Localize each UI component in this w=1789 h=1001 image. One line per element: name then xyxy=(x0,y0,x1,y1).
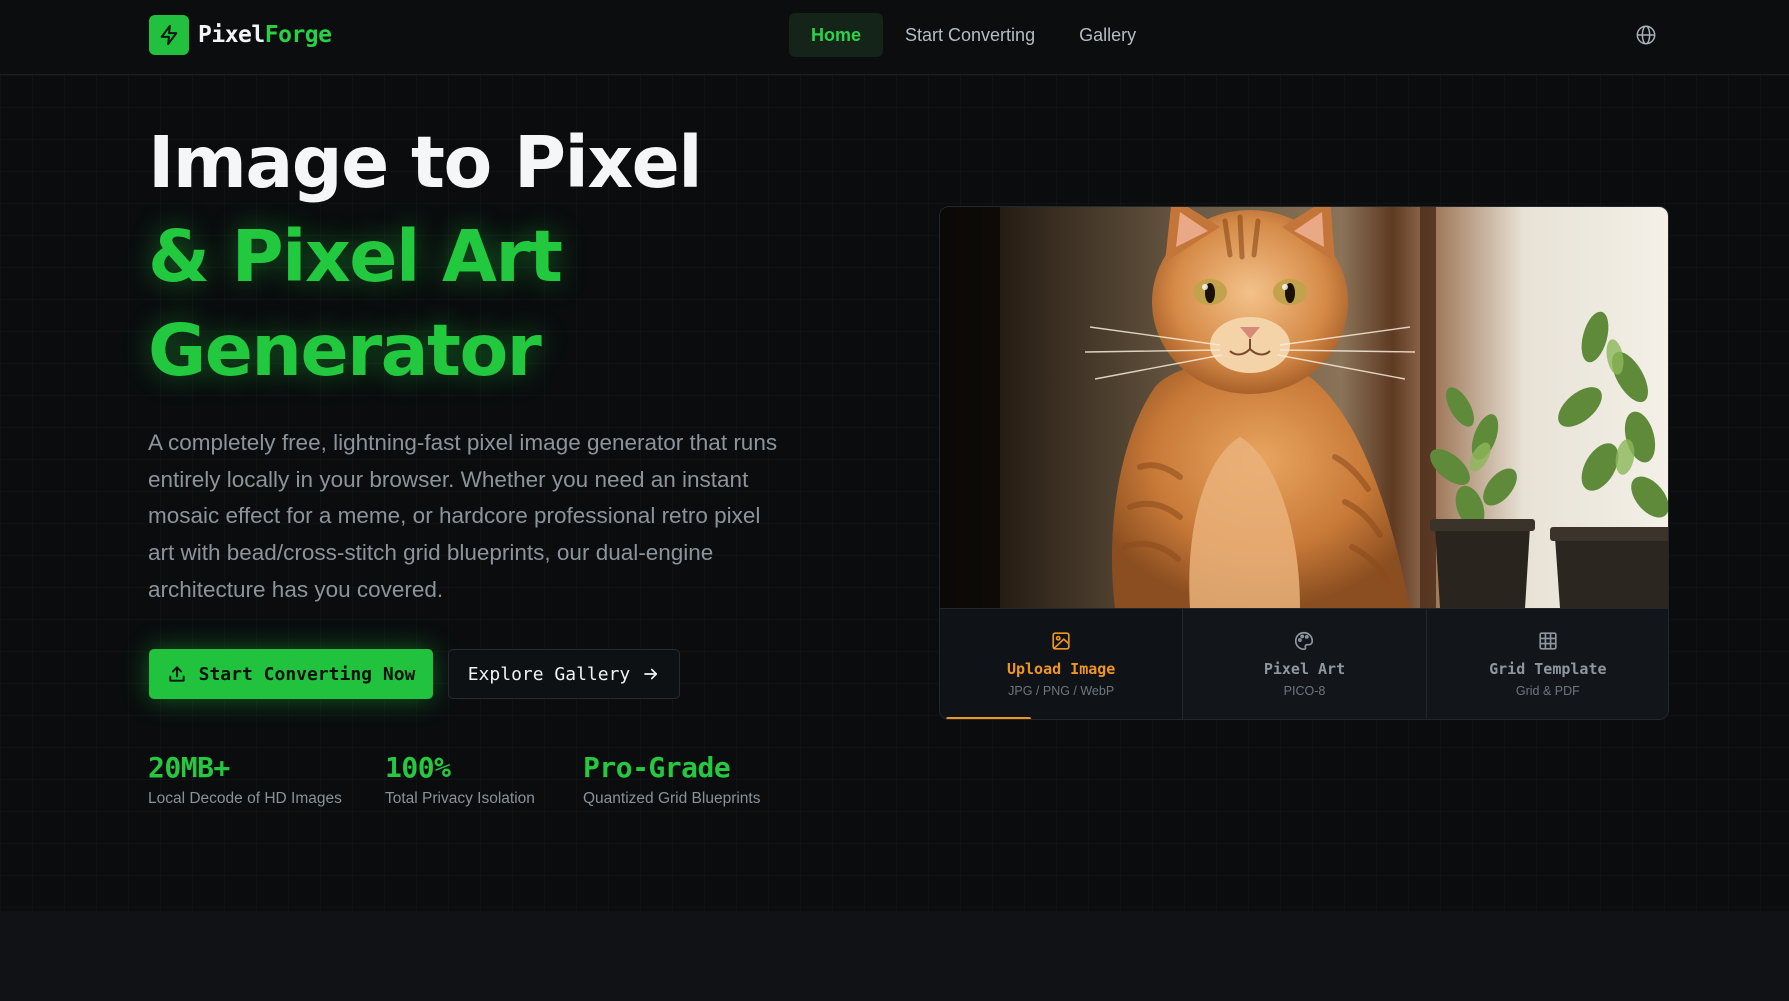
hero-title-line2: & Pixel Art xyxy=(148,215,563,298)
brand-name: PixelForge xyxy=(198,22,332,48)
showcase-card: Upload Image JPG / PNG / WebP Pixel Art … xyxy=(939,206,1669,720)
stat-label: Local Decode of HD Images xyxy=(148,790,342,807)
step-grid-template[interactable]: Grid Template Grid & PDF xyxy=(1426,609,1668,719)
workflow-steps: Upload Image JPG / PNG / WebP Pixel Art … xyxy=(940,608,1668,719)
stat-label: Quantized Grid Blueprints xyxy=(583,790,761,807)
step-subtitle: PICO-8 xyxy=(1283,684,1326,698)
step-subtitle: JPG / PNG / WebP xyxy=(1008,684,1115,698)
nav-start-converting[interactable]: Start Converting xyxy=(883,13,1057,57)
hero-title: Image to Pixel & Pixel Art Generator xyxy=(148,116,703,398)
stat-value: 20MB+ xyxy=(148,751,230,784)
step-upload-image[interactable]: Upload Image JPG / PNG / WebP xyxy=(940,609,1184,719)
globe-icon[interactable] xyxy=(1635,24,1657,46)
palette-icon xyxy=(1295,631,1314,651)
step-title: Upload Image xyxy=(1006,660,1116,678)
brand-name-part2: Forge xyxy=(264,22,332,48)
start-converting-button[interactable]: Start Converting Now xyxy=(149,649,433,699)
explore-gallery-button[interactable]: Explore Gallery xyxy=(448,649,680,699)
grid-icon xyxy=(1539,632,1557,650)
step-title: Pixel Art xyxy=(1263,660,1346,678)
nav-home[interactable]: Home xyxy=(789,13,884,57)
step-subtitle: Grid & PDF xyxy=(1515,684,1580,698)
showcase-cat-photo xyxy=(940,207,1668,608)
start-converting-label: Start Converting Now xyxy=(198,663,416,685)
image-icon xyxy=(1052,632,1070,650)
hero-title-line3: Generator xyxy=(148,309,542,392)
brand-name-part1: Pixel xyxy=(198,22,265,48)
step-progress-bar xyxy=(946,717,1031,719)
main-nav: Home Start Converting Gallery xyxy=(789,13,1158,57)
nav-gallery[interactable]: Gallery xyxy=(1057,13,1158,57)
arrow-right-icon xyxy=(644,668,658,680)
stat-value: 100% xyxy=(385,751,451,784)
hero-title-line1: Image to Pixel xyxy=(148,121,703,204)
stat-hd-decode: 20MB+ Local Decode of HD Images xyxy=(148,750,342,808)
brand-logo[interactable]: PixelForge xyxy=(149,15,332,55)
lightning-icon xyxy=(149,15,189,55)
hero-description: A completely free, lightning-fast pixel … xyxy=(148,430,778,602)
stat-value: Pro-Grade xyxy=(583,751,731,784)
step-title: Grid Template xyxy=(1489,660,1607,678)
step-pixel-art[interactable]: Pixel Art PICO-8 xyxy=(1183,609,1427,719)
upload-icon xyxy=(169,666,185,682)
explore-gallery-label: Explore Gallery xyxy=(467,663,631,685)
top-navbar: PixelForge Home Start Converting Gallery xyxy=(0,0,1789,75)
stat-pro-grade: Pro-Grade Quantized Grid Blueprints xyxy=(583,750,760,808)
next-section xyxy=(0,911,1789,1001)
stat-label: Total Privacy Isolation xyxy=(385,790,535,807)
stat-privacy: 100% Total Privacy Isolation xyxy=(385,750,535,808)
